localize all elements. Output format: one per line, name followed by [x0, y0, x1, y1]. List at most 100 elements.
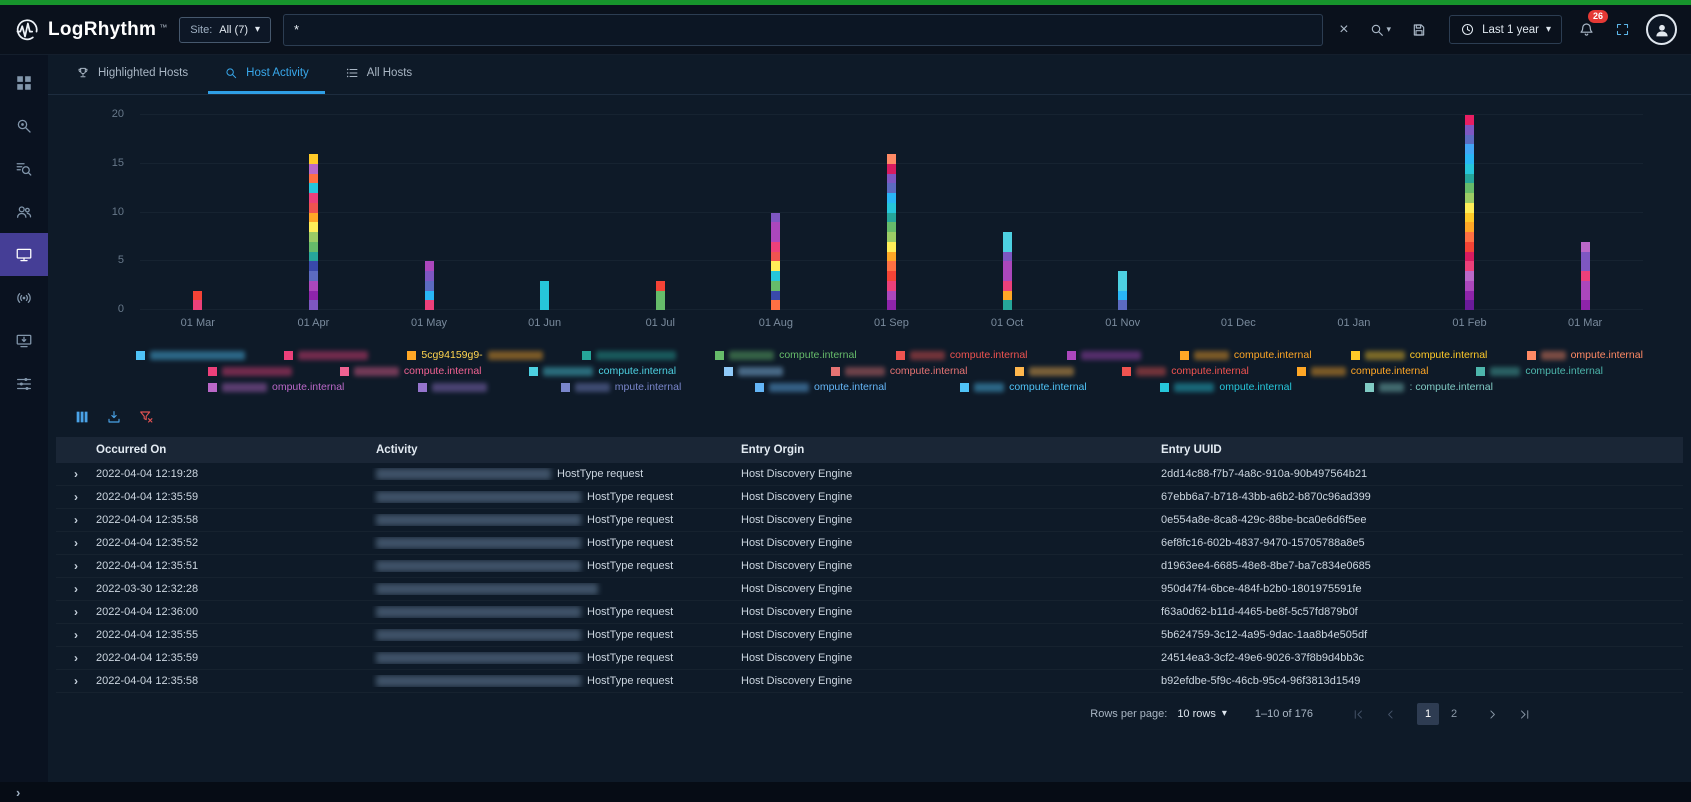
bar-segment: [887, 222, 896, 232]
legend-item[interactable]: [1067, 351, 1141, 360]
legend-item[interactable]: ompute.internal: [755, 381, 886, 393]
table-row[interactable]: ›2022-04-04 12:35:59HostType requestHost…: [56, 486, 1683, 509]
row-expand-button[interactable]: ›: [56, 675, 92, 687]
legend-item[interactable]: compute.internal: [896, 349, 1028, 361]
legend-label: compute.internal: [1351, 365, 1429, 377]
legend-item[interactable]: 5cg94159g9-: [407, 349, 542, 361]
first-page-icon: [1352, 708, 1365, 721]
sidebar-item-hosts[interactable]: [0, 233, 48, 276]
legend-item[interactable]: : compute.internal: [1365, 381, 1492, 393]
table-row[interactable]: ›2022-04-04 12:36:00HostType requestHost…: [56, 601, 1683, 624]
table-row[interactable]: ›2022-04-04 12:35:55HostType requestHost…: [56, 624, 1683, 647]
tab-highlighted-hosts[interactable]: Highlighted Hosts: [60, 55, 204, 94]
legend-item[interactable]: [724, 367, 783, 376]
bar-segment: [1003, 300, 1012, 310]
clear-search-button[interactable]: ×: [1335, 18, 1352, 42]
legend-item[interactable]: [284, 351, 368, 360]
chevron-right-icon: ›: [16, 786, 20, 799]
row-expand-button[interactable]: ›: [56, 514, 92, 526]
legend-item[interactable]: compute.internal: [1297, 365, 1429, 377]
legend-item[interactable]: ompute.internal: [1527, 349, 1643, 361]
row-expand-button[interactable]: ›: [56, 468, 92, 480]
table-row[interactable]: ›2022-04-04 12:19:28HostType requestHost…: [56, 463, 1683, 486]
export-button[interactable]: [106, 409, 122, 425]
chart-bar[interactable]: [1581, 242, 1590, 310]
choose-columns-button[interactable]: [74, 409, 90, 425]
chart-bar[interactable]: [193, 291, 202, 311]
sidebar-item-searches[interactable]: [0, 147, 48, 190]
sidebar-item-administration[interactable]: [0, 362, 48, 405]
legend-item[interactable]: compute.internal: [1122, 365, 1249, 377]
chart-bar[interactable]: [887, 154, 896, 310]
tab-host-activity[interactable]: Host Activity: [208, 55, 325, 94]
legend-item[interactable]: [136, 351, 245, 360]
legend-item[interactable]: compute.internal: [1476, 365, 1603, 377]
row-expand-button[interactable]: ›: [56, 652, 92, 664]
page-button-2[interactable]: 2: [1443, 703, 1465, 725]
first-page-button[interactable]: [1347, 703, 1369, 725]
sidebar-item-deployment-monitor[interactable]: [0, 319, 48, 362]
legend-item[interactable]: compute.internal: [1351, 349, 1488, 361]
time-range-button[interactable]: Last 1 year ▾: [1449, 15, 1562, 44]
notifications-button[interactable]: 26: [1574, 17, 1599, 42]
legend-row: 5cg94159g9- compute.internal compute.inter…: [136, 349, 1643, 361]
legend-label: 5cg94159g9-: [421, 349, 482, 361]
table-row[interactable]: ›2022-04-04 12:35:58HostType requestHost…: [56, 670, 1683, 693]
table-row[interactable]: ›2022-03-30 12:32:28Host Discovery Engin…: [56, 578, 1683, 601]
chart-bar[interactable]: [309, 154, 318, 310]
logrhythm-logo[interactable]: LogRhythm ™: [14, 17, 167, 43]
sidebar-item-network-monitors[interactable]: [0, 276, 48, 319]
legend-item[interactable]: compute.internal: [529, 365, 676, 377]
chart-bar[interactable]: [425, 261, 434, 310]
previous-page-button[interactable]: [1379, 703, 1401, 725]
legend-item[interactable]: compute.internal: [1180, 349, 1312, 361]
table-row[interactable]: ›2022-04-04 12:35:52HostType requestHost…: [56, 532, 1683, 555]
legend-item[interactable]: compute.internal: [340, 365, 482, 377]
sidebar-item-entities[interactable]: [0, 190, 48, 233]
sidebar-item-dashboards[interactable]: [0, 61, 48, 104]
sidebar-expand-button[interactable]: ›: [16, 786, 20, 799]
search-input[interactable]: [294, 22, 1312, 37]
page-button-1[interactable]: 1: [1417, 703, 1439, 725]
row-expand-button[interactable]: ›: [56, 491, 92, 503]
legend-item[interactable]: compute.internal: [715, 349, 857, 361]
legend-item[interactable]: [418, 383, 487, 392]
legend-item[interactable]: ompute.internal: [1160, 381, 1291, 393]
chart-bar[interactable]: [771, 213, 780, 311]
chart-bar[interactable]: [540, 281, 549, 310]
row-expand-button[interactable]: ›: [56, 537, 92, 549]
legend-item[interactable]: [582, 351, 676, 360]
next-page-button[interactable]: [1481, 703, 1503, 725]
chart-bar[interactable]: [656, 281, 665, 310]
bar-segment: [1465, 281, 1474, 291]
table-row[interactable]: ›2022-04-04 12:35:58HostType requestHost…: [56, 509, 1683, 532]
legend-item[interactable]: [208, 367, 292, 376]
legend-item[interactable]: mpute.internal: [561, 381, 682, 393]
chart-bar[interactable]: [1465, 115, 1474, 310]
row-expand-button[interactable]: ›: [56, 629, 92, 641]
user-avatar-button[interactable]: [1646, 14, 1677, 45]
site-filter-button[interactable]: Site: All (7) ▾: [179, 17, 271, 43]
search-options-button[interactable]: ▾: [1365, 18, 1396, 42]
legend-item[interactable]: compute.internal: [831, 365, 968, 377]
last-page-button[interactable]: [1513, 703, 1535, 725]
table-row[interactable]: ›2022-04-04 12:35:51HostType requestHost…: [56, 555, 1683, 578]
search-list-icon: [15, 160, 33, 178]
chart-bar[interactable]: [1003, 232, 1012, 310]
save-search-button[interactable]: [1407, 18, 1431, 42]
rows-per-page-select[interactable]: 10 rows ▾: [1177, 708, 1227, 720]
table-row[interactable]: ›2022-04-04 12:35:59HostType requestHost…: [56, 647, 1683, 670]
row-expand-button[interactable]: ›: [56, 606, 92, 618]
sidebar-item-analyze[interactable]: [0, 104, 48, 147]
legend-item[interactable]: [1015, 367, 1074, 376]
entry-origin-cell: Host Discovery Engine: [737, 629, 1157, 641]
legend-item[interactable]: ompute.internal: [208, 381, 344, 393]
tab-all-hosts[interactable]: All Hosts: [329, 55, 428, 94]
fullscreen-button[interactable]: [1611, 18, 1634, 41]
search-bar[interactable]: [283, 14, 1323, 46]
legend-item[interactable]: compute.internal: [960, 381, 1087, 393]
chart-bar[interactable]: [1118, 271, 1127, 310]
clear-filters-button[interactable]: [138, 409, 154, 425]
row-expand-button[interactable]: ›: [56, 560, 92, 572]
row-expand-button[interactable]: ›: [56, 583, 92, 595]
